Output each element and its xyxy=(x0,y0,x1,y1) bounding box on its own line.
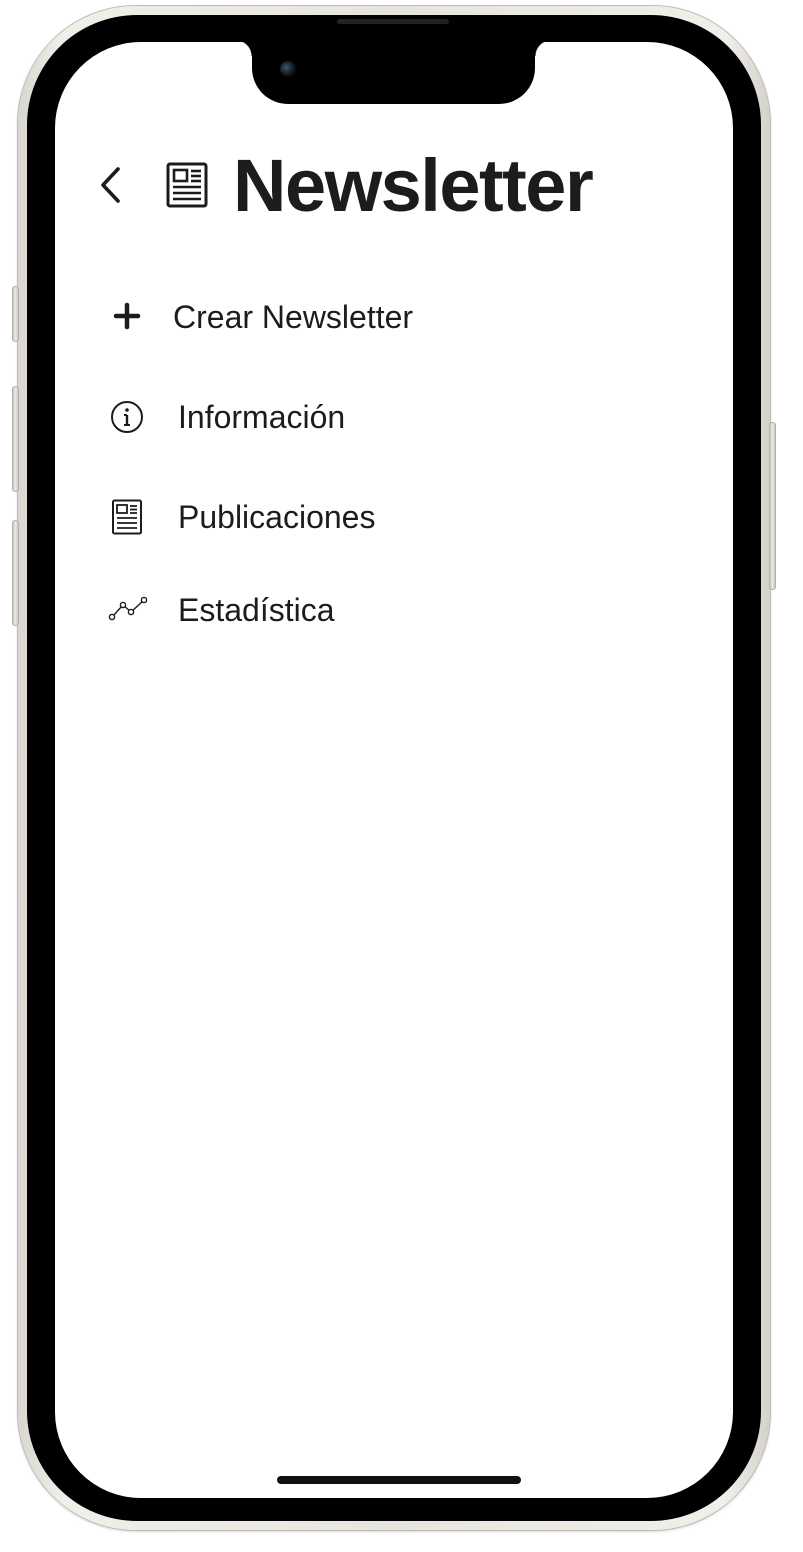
menu-item-label: Publicaciones xyxy=(178,499,376,535)
menu-item-crear-newsletter[interactable]: Crear Newsletter xyxy=(55,282,733,352)
menu-item-publicaciones[interactable]: Publicaciones xyxy=(55,482,733,552)
header: Newsletter xyxy=(55,140,733,230)
menu-item-estadistica[interactable]: Estadística xyxy=(55,575,733,645)
speaker-grille xyxy=(337,19,449,24)
power-button xyxy=(769,422,776,590)
plus-icon xyxy=(105,294,149,338)
page-title: Newsletter xyxy=(233,144,594,227)
info-circle-icon xyxy=(105,395,149,439)
mute-switch xyxy=(12,286,19,342)
home-indicator[interactable] xyxy=(277,1476,521,1484)
menu-item-informacion[interactable]: Información xyxy=(55,382,733,452)
volume-down-button xyxy=(12,520,19,626)
menu-item-label: Crear Newsletter xyxy=(173,299,414,335)
screen: Newsletter Crear Newsletter Información … xyxy=(55,42,733,1498)
line-chart-icon xyxy=(107,587,151,631)
newspaper-icon xyxy=(105,495,149,539)
chevron-left-icon xyxy=(101,167,120,203)
front-camera xyxy=(280,61,296,77)
menu-item-label: Información xyxy=(178,399,346,435)
menu-item-label: Estadística xyxy=(178,592,335,628)
newspaper-icon xyxy=(166,162,208,208)
back-button[interactable] xyxy=(91,160,131,210)
volume-up-button xyxy=(12,386,19,492)
